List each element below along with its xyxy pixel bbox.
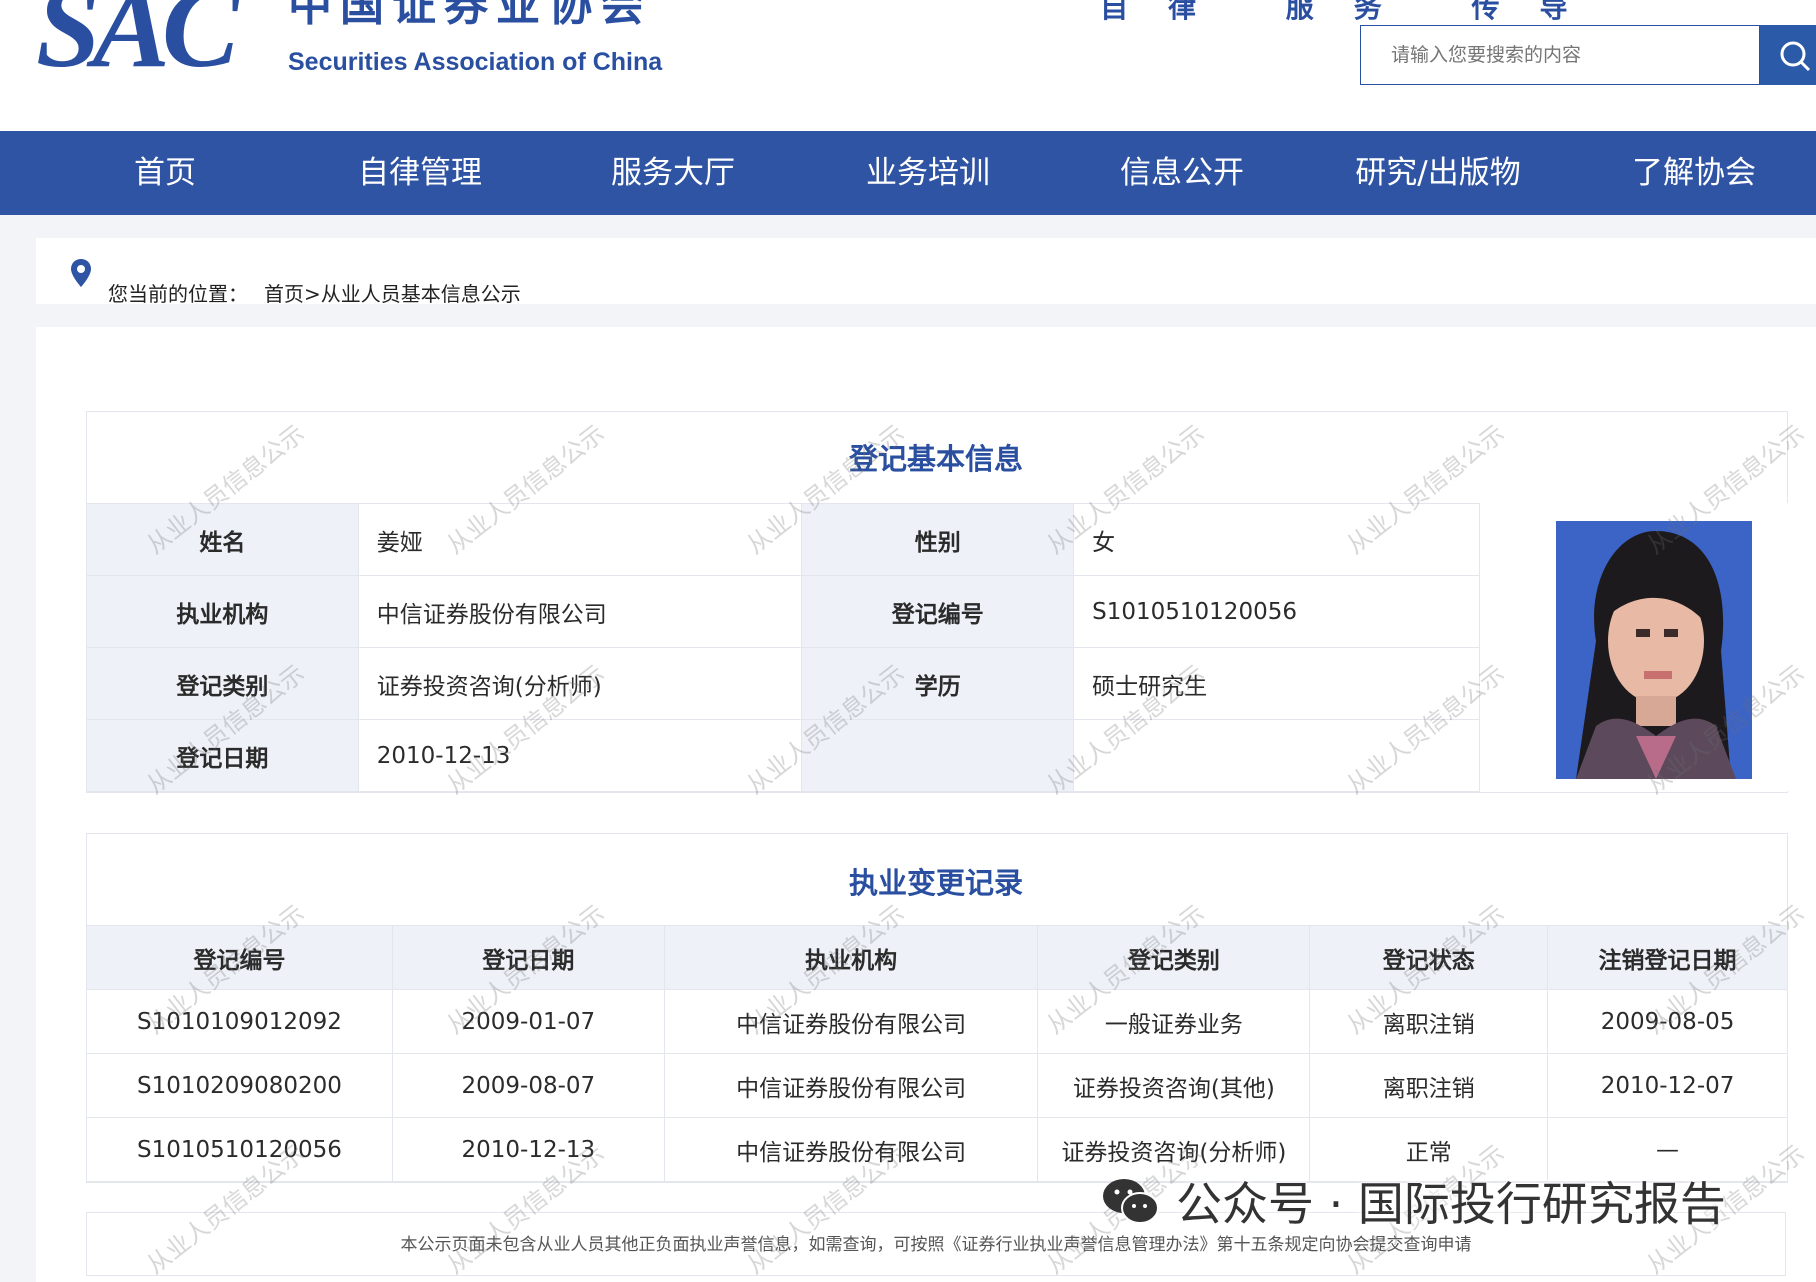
search-box[interactable] <box>1360 25 1760 85</box>
search-input[interactable] <box>1361 26 1759 84</box>
education-label: 学历 <box>801 647 1075 720</box>
cell-reg-date: 2009-01-07 <box>391 989 665 1054</box>
col-header-category: 登记类别 <box>1037 925 1311 990</box>
cell-org: 中信证券股份有限公司 <box>663 1053 1039 1118</box>
name-value: 姜娅 <box>357 503 803 576</box>
name-label: 姓名 <box>86 503 359 576</box>
table-row: S1010109012092 2009-01-07 中信证券股份有限公司 一般证… <box>86 989 1788 1054</box>
col-header-reg-no: 登记编号 <box>86 925 393 990</box>
breadcrumb: 您当前的位置： 首页>从业人员基本信息公示 <box>36 238 1816 307</box>
col-header-org: 执业机构 <box>663 925 1039 990</box>
category-value: 证券投资咨询(分析师) <box>357 647 803 720</box>
col-header-cancel-date: 注销登记日期 <box>1547 925 1788 990</box>
col-header-reg-date: 登记日期 <box>391 925 665 990</box>
records-title: 执业变更记录 <box>848 866 1023 900</box>
cell-reg-date: 2010-12-13 <box>391 1117 665 1182</box>
gender-label: 性别 <box>801 503 1075 576</box>
education-value: 硕士研究生 <box>1073 647 1480 720</box>
col-header-status: 登记状态 <box>1309 925 1549 990</box>
nav-item-training[interactable]: 业务培训 <box>848 131 1008 215</box>
org-value: 中信证券股份有限公司 <box>357 575 803 648</box>
nav-item-disclosure[interactable]: 信息公开 <box>1102 131 1262 215</box>
logo-chinese-name: 中国证券业协会 <box>288 0 652 31</box>
records-table: 登记编号 登记日期 执业机构 登记类别 登记状态 注销登记日期 S1010109… <box>86 925 1788 1182</box>
logo-english-name: Securities Association of China <box>288 48 663 76</box>
reg-date-label: 登记日期 <box>86 719 359 792</box>
cell-reg-date: 2009-08-07 <box>391 1053 665 1118</box>
photo-area <box>1480 503 1788 791</box>
profile-photo <box>1556 521 1752 779</box>
empty-value <box>1073 719 1480 792</box>
nav-item-about[interactable]: 了解协会 <box>1614 131 1774 215</box>
reg-no-value: S1010510120056 <box>1073 575 1480 648</box>
search-button[interactable] <box>1760 25 1816 85</box>
cell-category: 证券投资咨询(其他) <box>1037 1053 1311 1118</box>
cell-org: 中信证券股份有限公司 <box>663 1117 1039 1182</box>
logo-mark[interactable]: SAC <box>36 0 239 86</box>
basic-info-table: 姓名 姜娅 性别 女 执业机构 中信证券股份有限公司 登记编号 S1010510… <box>86 503 1480 792</box>
basic-info-title: 登记基本信息 <box>848 442 1023 476</box>
location-pin-icon <box>71 259 91 287</box>
table-row: S1010209080200 2009-08-07 中信证券股份有限公司 证券投… <box>86 1053 1788 1118</box>
cell-cancel-date: 2010-12-07 <box>1547 1053 1788 1118</box>
cell-org: 中信证券股份有限公司 <box>663 989 1039 1054</box>
reg-no-label: 登记编号 <box>801 575 1075 648</box>
category-label: 登记类别 <box>86 647 359 720</box>
org-label: 执业机构 <box>86 575 359 648</box>
wechat-icon <box>1103 1179 1159 1224</box>
cell-status: 离职注销 <box>1309 1053 1549 1118</box>
cell-category: 一般证券业务 <box>1037 989 1311 1054</box>
breadcrumb-label: 您当前的位置： <box>108 282 248 306</box>
top-links[interactable]: 自律 服务 传导 <box>1100 0 1608 26</box>
site-header: SAC 中国证券业协会 Securities Association of Ch… <box>0 0 1816 131</box>
cell-reg-no: S1010510120056 <box>86 1117 393 1182</box>
nav-item-research[interactable]: 研究/出版物 <box>1338 131 1538 215</box>
wechat-overlay-text: 公众号 · 国际投行研究报告 <box>1176 1177 1726 1231</box>
nav-item-service-hall[interactable]: 服务大厅 <box>593 131 753 215</box>
nav-item-home[interactable]: 首页 <box>85 131 245 215</box>
cell-reg-no: S1010109012092 <box>86 989 393 1054</box>
search-icon <box>1780 41 1811 72</box>
cell-status: 离职注销 <box>1309 989 1549 1054</box>
gender-value: 女 <box>1073 503 1480 576</box>
cell-reg-no: S1010209080200 <box>86 1053 393 1118</box>
cell-cancel-date: 2009-08-05 <box>1547 989 1788 1054</box>
reg-date-value: 2010-12-13 <box>357 719 803 792</box>
empty-label <box>801 719 1075 792</box>
nav-item-self-regulation[interactable]: 自律管理 <box>340 131 500 215</box>
main-nav: 首页 自律管理 服务大厅 业务培训 信息公开 研究/出版物 了解协会 <box>0 131 1816 215</box>
breadcrumb-path[interactable]: 首页>从业人员基本信息公示 <box>264 278 521 307</box>
